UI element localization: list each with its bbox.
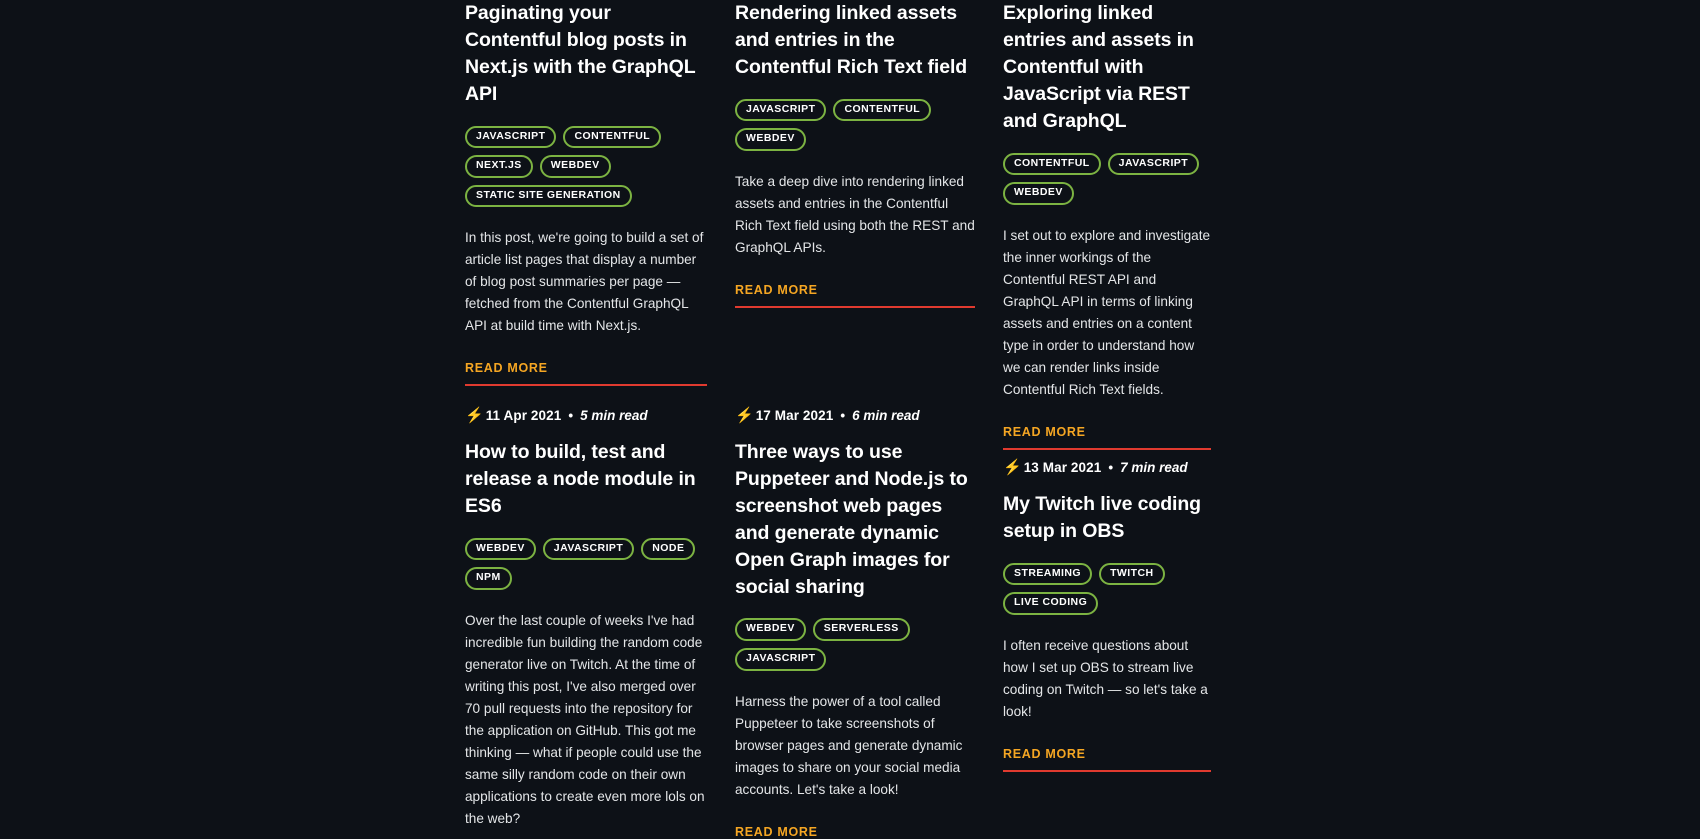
post-excerpt: I often receive questions about how I se… — [1003, 637, 1208, 719]
read-more-link[interactable]: READ MORE — [1003, 747, 1086, 762]
post-date: 17 Mar 2021 — [755, 407, 834, 423]
post-title[interactable]: My Twitch live coding setup in OBS — [1003, 491, 1211, 545]
post-read-time: 7 min read — [1120, 459, 1188, 475]
post-card[interactable]: ⚡ 17 Mar 2021 • 6 min read Three ways to use… — [735, 408, 975, 839]
post-tag[interactable]: JAVASCRIPT — [735, 98, 827, 122]
meta-separator: • — [1108, 459, 1114, 475]
blog-post-grid-page: Paginating your Contentful blog posts in… — [0, 0, 1700, 839]
post-tag[interactable]: LIVE CODING — [1003, 592, 1099, 615]
post-tag[interactable]: WEBDEV — [735, 128, 806, 151]
post-tag[interactable]: JAVASCRIPT — [735, 647, 827, 671]
post-tag[interactable]: NPM — [465, 567, 512, 590]
post-tag[interactable]: WEBDEV — [735, 618, 806, 641]
lightning-bolt-icon: ⚡ — [465, 407, 484, 424]
post-tag-list: JAVASCRIPT CONTENTFUL WEBDEV — [735, 98, 975, 151]
read-more-container: READ MORE — [735, 823, 975, 839]
post-tag[interactable]: WEBDEV — [465, 537, 536, 561]
post-column: Paginating your Contentful blog posts in… — [465, 0, 735, 839]
post-tag-list: WEBDEV SERVERLESS JAVASCRIPT — [735, 618, 975, 671]
read-more-link[interactable]: READ MORE — [735, 283, 818, 298]
post-excerpt: I set out to explore and investigate the… — [1003, 227, 1211, 397]
post-tag[interactable]: SERVERLESS — [812, 618, 910, 641]
meta-separator: • — [568, 407, 574, 423]
post-date: 11 Apr 2021 — [485, 407, 562, 423]
post-read-time: 5 min read — [580, 407, 648, 423]
post-tag[interactable]: STATIC SITE GENERATION — [465, 184, 632, 208]
post-tag[interactable]: STREAMING — [1003, 562, 1093, 586]
post-excerpt: In this post, we're going to build a set… — [465, 230, 704, 334]
meta-separator: • — [840, 407, 846, 423]
post-card[interactable]: Exploring linked entries and assets in C… — [1003, 0, 1211, 450]
post-date: 13 Mar 2021 — [1023, 459, 1102, 475]
post-column: Exploring linked entries and assets in C… — [1003, 0, 1239, 839]
post-tag[interactable]: WEBDEV — [539, 155, 611, 178]
post-excerpt: Take a deep dive into rendering linked a… — [735, 173, 975, 255]
post-tag[interactable]: WEBDEV — [1003, 182, 1074, 205]
post-title[interactable]: Rendering linked assets and entries in t… — [735, 0, 975, 81]
read-more-container: READ MORE — [1003, 745, 1211, 772]
post-tag[interactable]: CONTENTFUL — [563, 125, 662, 149]
post-tag[interactable]: JAVASCRIPT — [1107, 152, 1200, 176]
post-tag[interactable]: CONTENTFUL — [1003, 152, 1101, 176]
post-column: Rendering linked assets and entries in t… — [735, 0, 1003, 839]
read-more-link[interactable]: READ MORE — [1003, 425, 1086, 440]
post-card[interactable]: ⚡ 11 Apr 2021 • 5 min read How to build, tes… — [465, 408, 707, 839]
post-excerpt: Over the last couple of weeks I've had i… — [465, 612, 705, 826]
post-tag[interactable]: JAVASCRIPT — [542, 537, 635, 561]
lightning-bolt-icon: ⚡ — [735, 407, 754, 424]
post-tag[interactable]: TWITCH — [1099, 562, 1165, 586]
read-more-container: READ MORE — [735, 281, 975, 308]
post-grid: Paginating your Contentful blog posts in… — [465, 0, 1265, 839]
lightning-bolt-icon: ⚡ — [1003, 458, 1022, 476]
post-title[interactable]: Paginating your Contentful blog posts in… — [465, 0, 707, 108]
post-card[interactable]: Paginating your Contentful blog posts in… — [465, 0, 707, 387]
post-card[interactable]: ⚡ 13 Mar 2021 • 7 min read My Twitch live co… — [1003, 460, 1211, 772]
post-excerpt: Harness the power of a tool called Puppe… — [735, 693, 963, 797]
post-title[interactable]: Exploring linked entries and assets in C… — [1003, 0, 1211, 135]
post-title[interactable]: Three ways to use Puppeteer and Node.js … — [735, 439, 975, 600]
post-read-time: 6 min read — [852, 407, 920, 423]
read-more-container: READ MORE — [465, 359, 707, 387]
read-more-container: READ MORE — [1003, 423, 1211, 450]
post-card[interactable]: Rendering linked assets and entries in t… — [735, 0, 975, 308]
post-title[interactable]: How to build, test and release a node mo… — [465, 439, 707, 520]
post-tag[interactable]: NEXT.JS — [465, 155, 533, 178]
post-tag[interactable]: JAVASCRIPT — [465, 125, 557, 149]
post-meta: ⚡ 11 Apr 2021 • 5 min read — [465, 408, 707, 423]
post-tag[interactable]: CONTENTFUL — [833, 98, 932, 122]
post-tag-list: CONTENTFUL JAVASCRIPT WEBDEV — [1003, 152, 1211, 205]
post-tag-list: STREAMING TWITCH LIVE CODING — [1003, 562, 1211, 615]
post-tag-list: JAVASCRIPT CONTENTFUL NEXT.JS WEBDEV STATIC … — [465, 125, 707, 208]
post-tag[interactable]: NODE — [641, 537, 696, 561]
post-meta: ⚡ 13 Mar 2021 • 7 min read — [1003, 460, 1211, 475]
post-tag-list: WEBDEV JAVASCRIPT NODE NPM — [465, 537, 707, 590]
post-meta: ⚡ 17 Mar 2021 • 6 min read — [735, 408, 975, 423]
read-more-link[interactable]: READ MORE — [735, 825, 818, 839]
read-more-link[interactable]: READ MORE — [465, 362, 548, 376]
